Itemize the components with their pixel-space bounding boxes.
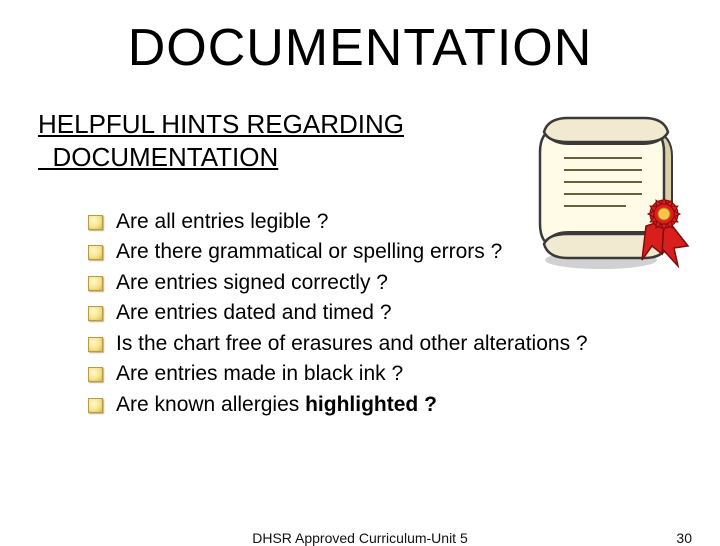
subtitle-line1: HELPFUL HINTS REGARDING <box>38 109 404 139</box>
list-item: Is the chart free of erasures and other … <box>88 329 720 359</box>
list-item: Are there grammatical or spelling errors… <box>88 237 720 267</box>
slide-number: 30 <box>676 530 692 546</box>
list-item: Are entries signed correctly ? <box>88 268 720 298</box>
footer-center-text: DHSR Approved Curriculum-Unit 5 <box>0 530 720 546</box>
subtitle-line2: DOCUMENTATION <box>52 142 278 172</box>
slide-title: DOCUMENTATION <box>0 0 720 78</box>
hints-list: Are all entries legible ? Are there gram… <box>88 207 720 420</box>
list-item: Are all entries legible ? <box>88 207 720 237</box>
list-item-text: Are known allergies <box>116 393 305 416</box>
list-item: Are known allergies highlighted ? <box>88 390 720 420</box>
list-item: Are entries dated and timed ? <box>88 298 720 328</box>
list-item: Are entries made in black ink ? <box>88 359 720 389</box>
list-item-bold: highlighted ? <box>305 393 437 416</box>
